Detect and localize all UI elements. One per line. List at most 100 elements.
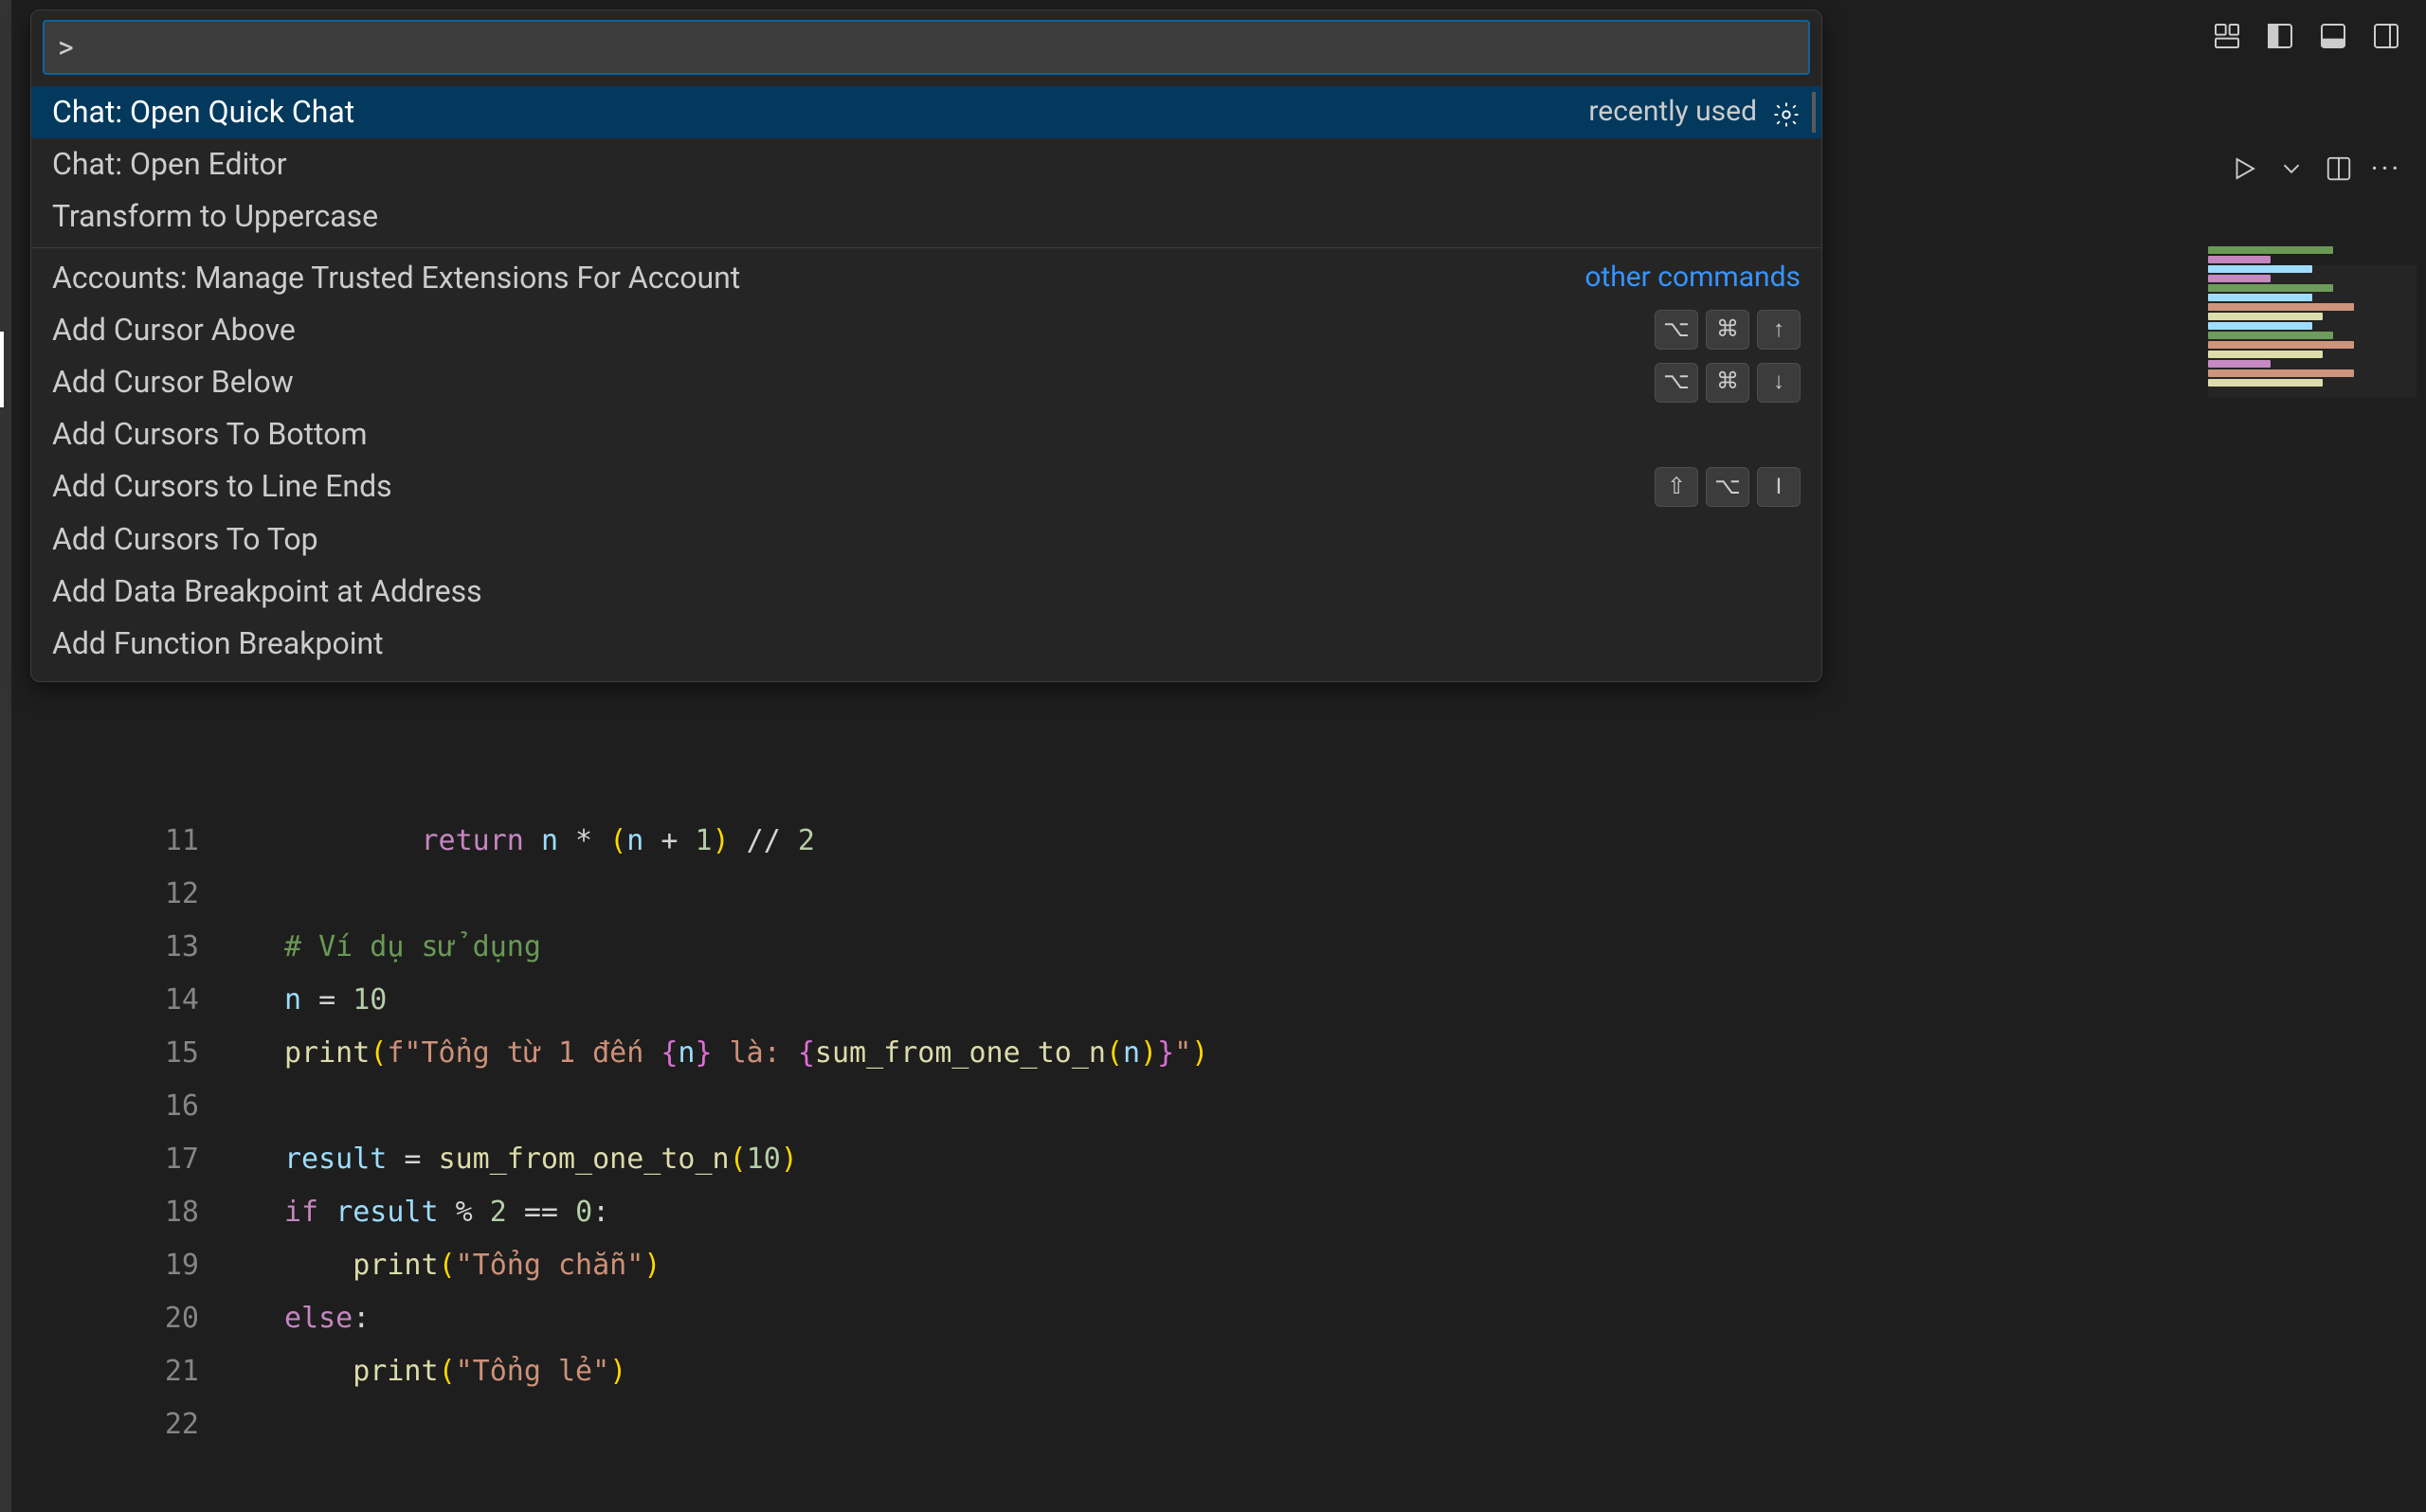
palette-item-label: Chat: Open Quick Chat: [52, 92, 354, 133]
line-number: 16: [104, 1080, 218, 1133]
code-line[interactable]: # Ví dụ sử dụng: [284, 921, 1208, 974]
palette-item[interactable]: Add Cursors To Bottom: [31, 408, 1821, 460]
palette-item[interactable]: Add Data Breakpoint at Address: [31, 566, 1821, 618]
line-number: 11: [104, 815, 218, 868]
palette-item[interactable]: Add Cursor Below ⌥⌘↓: [31, 356, 1821, 408]
token: "Tổng lẻ": [456, 1355, 610, 1388]
key: ↓: [1757, 363, 1801, 403]
token: ): [713, 824, 730, 857]
palette-item[interactable]: Add Cursors To Top: [31, 513, 1821, 566]
line-number: 17: [104, 1133, 218, 1186]
key: ↑: [1757, 310, 1801, 350]
key: ⌘: [1706, 363, 1749, 403]
code-line[interactable]: print("Tổng lẻ"): [284, 1345, 1208, 1398]
code-line[interactable]: print("Tổng chẵn"): [284, 1239, 1208, 1292]
token: 10: [353, 983, 387, 1017]
token: (: [439, 1249, 456, 1282]
code-line[interactable]: return n * (n + 1) // 2: [284, 815, 1208, 868]
command-palette: Chat: Open Quick Chatrecently usedChat: …: [30, 9, 1822, 682]
line-number: 20: [104, 1292, 218, 1345]
palette-item[interactable]: Chat: Open Editor: [31, 138, 1821, 190]
token: +: [643, 824, 695, 857]
token: else: [284, 1302, 353, 1335]
code-line[interactable]: n = 10: [284, 974, 1208, 1027]
code-line[interactable]: if result % 2 == 0:: [284, 1186, 1208, 1239]
key: ⌥: [1655, 363, 1698, 403]
palette-item-label: Add Cursors to Line Ends: [52, 466, 392, 507]
palette-item-label: Add Function Breakpoint: [52, 623, 384, 664]
code-line[interactable]: [284, 1080, 1208, 1133]
token: 10: [747, 1143, 781, 1176]
code-line[interactable]: [284, 1398, 1208, 1451]
code-line[interactable]: [284, 868, 1208, 921]
token: [318, 1196, 335, 1229]
code-line[interactable]: print(f"Tổng từ 1 đến {n} là: {sum_from_…: [284, 1027, 1208, 1080]
token: "Tổng chẵn": [456, 1249, 644, 1282]
token: 0: [575, 1196, 592, 1229]
token: return: [422, 824, 524, 857]
token: result: [335, 1196, 438, 1229]
token: =: [301, 983, 353, 1017]
palette-item-label: Transform to Uppercase: [52, 196, 378, 237]
token: là:: [713, 1036, 798, 1070]
line-number: 21: [104, 1345, 218, 1398]
token: ": [1174, 1036, 1191, 1070]
token: %: [439, 1196, 490, 1229]
palette-item[interactable]: Add Cursor Above ⌥⌘↑: [31, 304, 1821, 356]
token: n: [1123, 1036, 1140, 1070]
palette-selected-indicator: [1812, 92, 1816, 133]
token: # Ví dụ sử dụng: [284, 930, 541, 963]
token: ): [643, 1249, 661, 1282]
line-number: 19: [104, 1239, 218, 1292]
token: if: [284, 1196, 318, 1229]
line-number: 15: [104, 1027, 218, 1080]
token: result: [284, 1143, 387, 1176]
palette-item-label: Add Data Breakpoint at Address: [52, 571, 482, 612]
palette-item[interactable]: Add Cursors to Line Ends ⇧⌥I: [31, 460, 1821, 513]
palette-separator: [31, 247, 1821, 248]
palette-item[interactable]: Add Function Breakpoint: [31, 618, 1821, 670]
token: [524, 824, 541, 857]
token: =: [387, 1143, 438, 1176]
token: print: [284, 1036, 370, 1070]
gear-icon[interactable]: [1772, 99, 1801, 127]
palette-item-right: recently used: [1588, 93, 1801, 132]
token: ==: [507, 1196, 575, 1229]
token: n: [284, 983, 301, 1017]
token: n: [541, 824, 558, 857]
code-line[interactable]: else:: [284, 1292, 1208, 1345]
command-palette-list: Chat: Open Quick Chatrecently usedChat: …: [31, 82, 1821, 681]
key: I: [1757, 467, 1801, 507]
line-number: 12: [104, 868, 218, 921]
token: :: [592, 1196, 609, 1229]
token: [284, 1355, 353, 1388]
minimap-slider[interactable]: [2208, 265, 2417, 398]
token: print: [353, 1249, 438, 1282]
keybinding: ⌥⌘↑: [1655, 310, 1801, 350]
palette-item-label: Add Cursor Below: [52, 362, 294, 403]
palette-item[interactable]: Transform to Uppercase: [31, 190, 1821, 243]
palette-item-right: ⌥⌘↑: [1655, 310, 1801, 350]
token: ): [781, 1143, 798, 1176]
key: ⌥: [1655, 310, 1698, 350]
command-palette-input[interactable]: [43, 20, 1810, 75]
token: [284, 1249, 353, 1282]
token: (: [609, 824, 626, 857]
palette-item-hint: other commands: [1584, 259, 1801, 297]
keybinding: ⇧⌥I: [1655, 467, 1801, 507]
code-line[interactable]: result = sum_from_one_to_n(10): [284, 1133, 1208, 1186]
palette-item-label: Add Cursor Above: [52, 310, 296, 351]
token: ): [1140, 1036, 1157, 1070]
key: ⇧: [1655, 467, 1698, 507]
token: sum_from_one_to_n: [439, 1143, 730, 1176]
token: (: [1106, 1036, 1123, 1070]
token: :: [353, 1302, 370, 1335]
token: 2: [798, 824, 815, 857]
palette-item[interactable]: Chat: Open Quick Chat recently used: [31, 86, 1821, 138]
palette-item-label: Add Cursors To Bottom: [52, 414, 368, 455]
code-content[interactable]: return n * (n + 1) // 2# Ví dụ sử dụngn …: [284, 815, 1208, 1451]
token: {: [661, 1036, 678, 1070]
line-number: 14: [104, 974, 218, 1027]
palette-item[interactable]: Accounts: Manage Trusted Extensions For …: [31, 252, 1821, 304]
line-number-gutter: 111213141516171819202122: [104, 815, 218, 1451]
